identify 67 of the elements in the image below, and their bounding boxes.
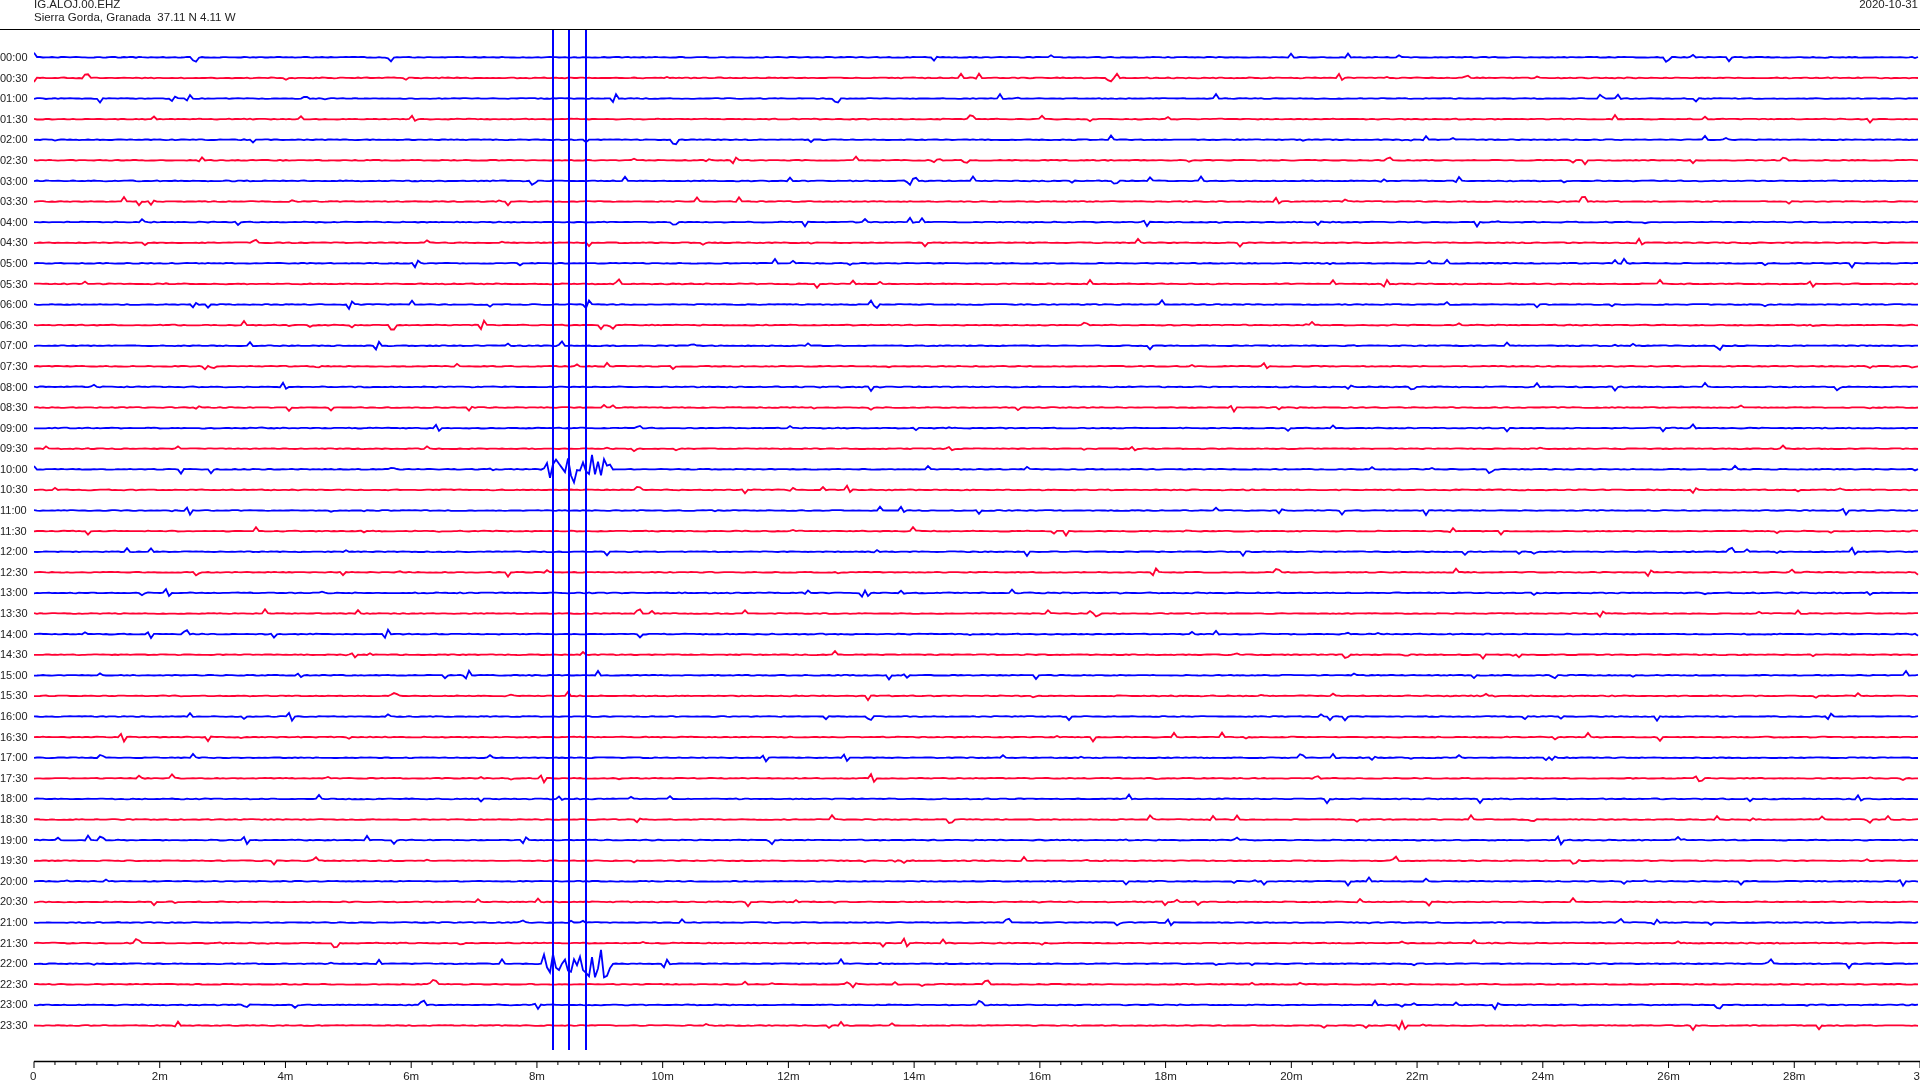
time-label: 16:00 xyxy=(0,709,29,724)
time-label: 00:00 xyxy=(0,50,29,65)
axis-label: 0 xyxy=(30,1070,37,1080)
time-label: 08:00 xyxy=(0,379,29,395)
time-label: 22:00 xyxy=(0,956,29,972)
station-code: IG.ALOJ.00.EHZ xyxy=(34,0,122,11)
time-label: 02:00 xyxy=(0,132,29,148)
time-label: 22:30 xyxy=(0,976,29,992)
time-label: 14:30 xyxy=(0,647,29,663)
time-label: 10:30 xyxy=(0,482,29,498)
time-label: 21:30 xyxy=(0,935,29,951)
time-label: 15:00 xyxy=(0,667,29,683)
time-label: 05:30 xyxy=(0,276,29,292)
time-label: 02:30 xyxy=(0,152,29,168)
time-label: 19:00 xyxy=(0,832,29,848)
axis-label: 6m xyxy=(403,1070,420,1080)
time-label: 13:00 xyxy=(0,585,29,601)
axis-label: 18m xyxy=(1154,1070,1177,1080)
time-label: 09:00 xyxy=(0,420,29,436)
axis-label: 28m xyxy=(1783,1070,1806,1080)
time-label: 18:00 xyxy=(0,791,29,807)
time-label: 01:30 xyxy=(0,111,29,127)
axis-label: 24m xyxy=(1531,1070,1554,1080)
time-label: 07:30 xyxy=(0,358,29,374)
axis-label: 8m xyxy=(528,1070,545,1080)
time-label: 03:00 xyxy=(0,173,29,189)
station-location: Sierra Gorda, Granada 37.11 N 4.11 W xyxy=(34,11,236,24)
time-label: 04:00 xyxy=(0,214,29,230)
axis-label: 10m xyxy=(651,1070,674,1080)
time-label: 06:30 xyxy=(0,317,29,333)
time-label: 23:30 xyxy=(0,1017,29,1033)
axis-label: 16m xyxy=(1028,1070,1052,1080)
time-label: 07:00 xyxy=(0,338,29,354)
time-label: 19:30 xyxy=(0,853,29,869)
axis-label: 22m xyxy=(1405,1070,1429,1080)
time-label: 20:00 xyxy=(0,873,29,889)
axis-label: 2m xyxy=(151,1070,168,1080)
axis-label: 14m xyxy=(902,1070,926,1080)
time-label: 05:00 xyxy=(0,255,29,271)
time-label: 11:30 xyxy=(0,523,28,539)
time-label: 03:30 xyxy=(0,194,29,210)
time-label: 21:00 xyxy=(0,914,29,930)
axis-label: 26m xyxy=(1657,1070,1680,1080)
axis-label: 20m xyxy=(1280,1070,1303,1080)
time-label: 00:30 xyxy=(0,70,29,86)
time-label: 13:30 xyxy=(0,606,29,622)
time-label: 10:00 xyxy=(0,461,29,477)
time-label: 12:30 xyxy=(0,564,29,580)
axis-label: 12m xyxy=(777,1070,800,1080)
time-label: 06:00 xyxy=(0,297,29,313)
time-label: 01:00 xyxy=(0,91,29,107)
axis-label: 4m xyxy=(277,1070,294,1080)
time-label: 09:30 xyxy=(0,441,29,457)
axis-label: 3 xyxy=(1913,1070,1920,1080)
date-label: 2020-10-31 xyxy=(1859,0,1919,12)
time-label: 23:00 xyxy=(0,997,29,1013)
time-label: 14:00 xyxy=(0,626,29,642)
time-label: 15:30 xyxy=(0,688,29,704)
time-label: 18:30 xyxy=(0,811,29,827)
time-label: 17:30 xyxy=(0,770,29,786)
time-label: 20:30 xyxy=(0,894,29,910)
time-label: 12:00 xyxy=(0,544,29,560)
time-label: 16:30 xyxy=(0,729,29,745)
time-label: 11:00 xyxy=(0,503,28,519)
time-label: 17:00 xyxy=(0,750,29,766)
time-label: 04:30 xyxy=(0,235,29,251)
time-label: 08:30 xyxy=(0,400,29,416)
